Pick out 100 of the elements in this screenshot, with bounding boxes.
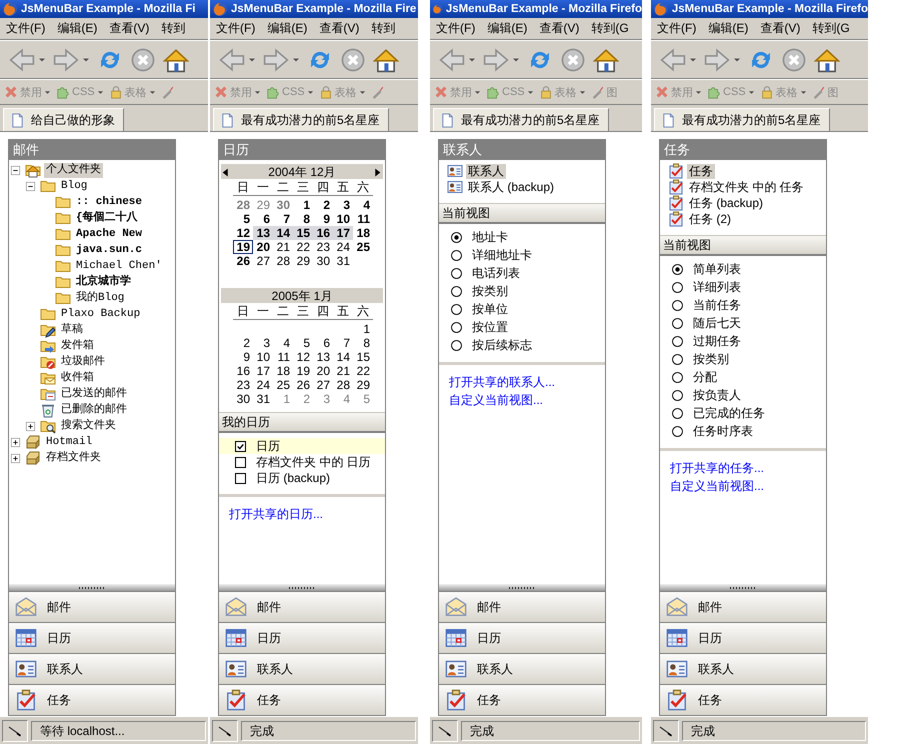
calendar-day[interactable]: 23 (313, 240, 333, 254)
calendar-day[interactable]: 4 (273, 336, 293, 350)
calendar-day[interactable]: 13 (253, 226, 273, 240)
menu-item[interactable]: 查看(V) (760, 20, 800, 37)
calendar-day[interactable]: 7 (333, 336, 353, 350)
calendar-day[interactable]: 4 (333, 392, 353, 406)
menu-item[interactable]: 转到(G (812, 20, 850, 37)
navigation-button[interactable]: 联系人 (9, 653, 175, 684)
calendar-day[interactable]: 12 (233, 226, 253, 240)
link[interactable]: 打开共享的联系人... (449, 373, 556, 391)
navigation-button[interactable]: 任务 (219, 684, 385, 715)
menu-item[interactable]: 转到 (371, 20, 396, 37)
calendar-day[interactable]: 30 (233, 392, 253, 406)
folder-item[interactable]: {每個二十八 (74, 210, 140, 226)
tree-toggle-icon[interactable] (11, 438, 20, 446)
calendar-day[interactable]: 21 (273, 240, 293, 254)
calendar-day[interactable]: 3 (333, 198, 353, 212)
navigation-button[interactable]: 日历 (660, 622, 826, 653)
calendar-day[interactable]: 28 (233, 198, 253, 212)
calendar-day[interactable]: 14 (273, 226, 293, 240)
radio-button[interactable] (451, 322, 462, 332)
calendar-day[interactable]: 17 (333, 226, 353, 240)
calendar-day[interactable]: 2 (233, 336, 253, 350)
calendar-day[interactable]: 3 (253, 336, 273, 350)
calendar-day[interactable]: 22 (293, 240, 313, 254)
radio-button[interactable] (451, 232, 462, 242)
folder-item[interactable]: 已删除的邮件 (59, 402, 129, 418)
calendar-day[interactable]: 5 (233, 212, 253, 226)
folder-item[interactable]: 已发送的邮件 (59, 386, 129, 402)
calendar-day[interactable]: 19 (293, 364, 313, 378)
next-month-icon[interactable] (373, 168, 382, 177)
folder-item[interactable]: 搜索文件夹 (59, 418, 118, 434)
calendar-day[interactable]: 24 (333, 240, 353, 254)
calendar-day[interactable]: 9 (233, 350, 253, 364)
caret-icon[interactable] (733, 56, 741, 64)
calendar-day[interactable]: 12 (293, 350, 313, 364)
calendar-day[interactable]: 25 (353, 240, 373, 254)
calendar-day[interactable]: 18 (353, 226, 373, 240)
radio-button[interactable] (672, 318, 683, 328)
page-tab[interactable]: 最有成功潜力的前5名星座 (654, 108, 830, 131)
caret-icon[interactable] (248, 56, 256, 64)
radio-button[interactable] (672, 282, 683, 292)
menu-item[interactable]: 查看(V) (319, 20, 360, 37)
calendar-day[interactable]: 15 (353, 350, 373, 364)
folder-item[interactable]: 北京城市学 (74, 274, 133, 290)
tree-toggle-icon[interactable] (11, 454, 20, 462)
checkbox[interactable] (235, 440, 246, 452)
link[interactable]: 打开共享的日历... (229, 505, 324, 523)
calendar-day[interactable]: 30 (313, 254, 333, 268)
calendar-day[interactable]: 23 (233, 378, 253, 392)
calendar-day[interactable]: 31 (253, 392, 273, 406)
folder-item[interactable]: 草稿 (59, 322, 85, 338)
calendar-day[interactable]: 8 (293, 212, 313, 226)
caret-icon[interactable] (689, 56, 697, 64)
calendar-day[interactable]: 26 (233, 254, 253, 268)
splitter-handle[interactable] (219, 584, 385, 591)
link[interactable]: 打开共享的任务... (670, 459, 764, 477)
page-tab[interactable]: 最有成功潜力的前5名星座 (213, 108, 389, 131)
folder-item[interactable]: java.sun.c (74, 242, 144, 258)
calendar-day[interactable]: 5 (353, 392, 373, 406)
calendar-day[interactable]: 31 (333, 254, 353, 268)
navigation-button[interactable]: 任务 (9, 684, 175, 715)
calendar-day[interactable]: 15 (293, 226, 313, 240)
caret-icon[interactable] (292, 56, 300, 64)
calendar-day[interactable]: 29 (293, 254, 313, 268)
menu-item[interactable]: 编辑(E) (708, 20, 748, 37)
radio-button[interactable] (672, 426, 683, 436)
calendar-day[interactable]: 20 (313, 364, 333, 378)
link[interactable]: 自定义当前视图... (449, 391, 544, 409)
splitter-handle[interactable] (439, 584, 605, 591)
calendar-day[interactable]: 11 (273, 350, 293, 364)
calendar-day[interactable]: 3 (313, 392, 333, 406)
navigation-button[interactable]: 日历 (9, 622, 175, 653)
calendar-row[interactable]: 日历 (219, 438, 385, 454)
navigation-button[interactable]: 任务 (660, 684, 826, 715)
home-icon[interactable] (163, 46, 189, 72)
calendar-day[interactable]: 10 (333, 212, 353, 226)
folder-item[interactable]: 联系人 (backup) (466, 180, 556, 194)
calendar-day[interactable]: 19 (233, 240, 253, 254)
folder-item[interactable]: Michael Chen' (74, 258, 164, 274)
radio-button[interactable] (672, 372, 683, 382)
calendar-row[interactable]: 存档文件夹 中的 日历 (219, 454, 385, 470)
tree-toggle-icon[interactable] (26, 182, 35, 190)
navigation-button[interactable]: 邮件 (660, 591, 826, 622)
caret-icon[interactable] (38, 56, 46, 64)
calendar-day[interactable]: 28 (273, 254, 293, 268)
navigation-button[interactable]: 邮件 (439, 591, 605, 622)
caret-icon[interactable] (468, 56, 476, 64)
menu-item[interactable]: 编辑(E) (487, 20, 528, 37)
calendar-day[interactable]: 28 (333, 378, 353, 392)
calendar-day[interactable]: 18 (273, 364, 293, 378)
link[interactable]: 自定义当前视图... (670, 477, 764, 495)
radio-button[interactable] (451, 268, 462, 278)
navigation-button[interactable]: 联系人 (660, 653, 826, 684)
folder-item[interactable]: 垃圾邮件 (59, 354, 107, 370)
folder-item[interactable]: Hotmail (44, 434, 94, 450)
folder-item[interactable]: 存档文件夹 (44, 450, 103, 466)
splitter-handle[interactable] (660, 584, 826, 591)
navigation-button[interactable]: 邮件 (219, 591, 385, 622)
calendar-day[interactable]: 10 (253, 350, 273, 364)
